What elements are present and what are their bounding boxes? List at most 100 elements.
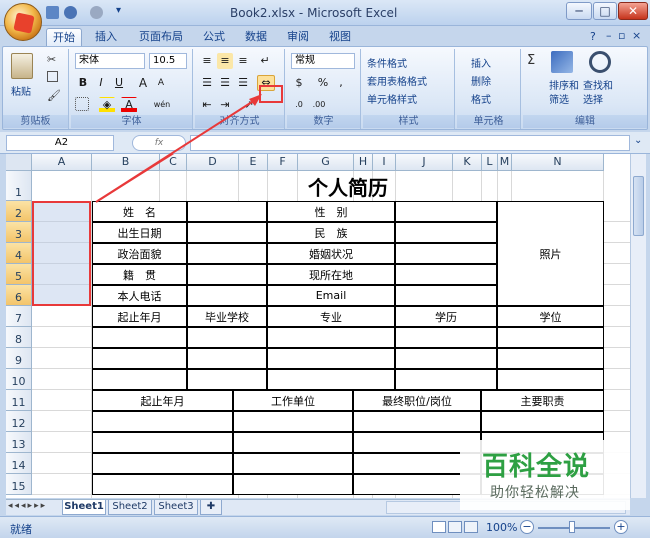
number-format-select[interactable]: 常规: [291, 53, 355, 69]
office-logo-icon: [13, 12, 35, 34]
page-break-view-icon[interactable]: [464, 521, 478, 533]
zoom-level[interactable]: 100%: [486, 521, 517, 534]
find-select-icon[interactable]: [589, 51, 611, 73]
cut-icon[interactable]: ✂: [47, 53, 56, 66]
percent-button[interactable]: %: [315, 75, 331, 91]
font-name-select[interactable]: 宋体: [75, 53, 145, 69]
copy-icon[interactable]: [47, 71, 58, 82]
alignment-group-label: 对齐方式: [195, 115, 284, 128]
expand-formula-icon[interactable]: ⌄: [634, 135, 642, 146]
window-title: Book2.xlsx - Microsoft Excel: [230, 6, 398, 20]
ribbon-restore-icon[interactable]: ▫: [618, 29, 625, 42]
tab-formulas[interactable]: 公式: [196, 28, 232, 46]
sort-filter-label-2[interactable]: 筛选: [549, 91, 569, 106]
close-button[interactable]: ✕: [618, 2, 648, 20]
borders-icon[interactable]: [75, 97, 89, 111]
save-icon[interactable]: [46, 6, 59, 19]
format-cells-button[interactable]: 格式: [471, 91, 491, 106]
cell-styles-button[interactable]: 单元格样式: [367, 91, 417, 106]
vertical-scrollbar[interactable]: [630, 154, 646, 498]
watermark-subtitle: 助你轻松解决: [490, 485, 580, 501]
format-as-table-button[interactable]: 套用表格格式: [367, 73, 427, 88]
sort-filter-label[interactable]: 排序和: [549, 77, 579, 92]
phonetic-button[interactable]: wén: [149, 97, 175, 113]
align-center-icon[interactable]: ☰: [217, 75, 233, 91]
maximize-button[interactable]: □: [593, 2, 617, 20]
help-icon[interactable]: ?: [590, 30, 596, 43]
font-group: 宋体 10.5 B I U A A ◈ A wén 字体: [71, 49, 193, 129]
delete-cells-button[interactable]: 删除: [471, 73, 491, 88]
find-select-label-2[interactable]: 选择: [583, 91, 603, 106]
sort-filter-icon[interactable]: [551, 51, 573, 73]
paste-icon[interactable]: [11, 53, 33, 79]
zoom-slider-thumb[interactable]: [569, 521, 575, 533]
tab-data[interactable]: 数据: [238, 28, 274, 46]
fx-button[interactable]: fx: [132, 135, 186, 151]
tab-home[interactable]: 开始: [46, 28, 82, 46]
insert-sheet-icon[interactable]: ✚: [200, 500, 222, 515]
insert-cells-button[interactable]: 插入: [471, 55, 491, 70]
italic-button[interactable]: I: [93, 75, 109, 91]
tab-view[interactable]: 视图: [322, 28, 358, 46]
align-top-icon[interactable]: ≡: [199, 53, 215, 69]
align-left-icon[interactable]: ☰: [199, 75, 215, 91]
conditional-format-button[interactable]: 条件格式: [367, 55, 407, 70]
wrap-text-icon[interactable]: ↵: [257, 53, 273, 69]
sheet-tab-3[interactable]: Sheet3: [154, 500, 198, 515]
scroll-thumb[interactable]: [633, 176, 644, 236]
normal-view-icon[interactable]: [432, 521, 446, 533]
ribbon-minimize-icon[interactable]: –: [606, 29, 612, 42]
font-size-select[interactable]: 10.5: [149, 53, 187, 69]
formula-bar: A2 fx ⌄: [0, 132, 650, 154]
underline-button[interactable]: U: [111, 75, 127, 91]
autosum-button[interactable]: Σ: [527, 53, 535, 68]
minimize-button[interactable]: ─: [566, 2, 592, 20]
undo-icon[interactable]: [64, 6, 77, 19]
tab-insert[interactable]: 插入: [88, 28, 124, 46]
status-ready: 就绪: [10, 523, 32, 536]
align-right-icon[interactable]: ☰: [235, 75, 251, 91]
shrink-font-button[interactable]: A: [153, 75, 169, 91]
redo-icon[interactable]: [90, 6, 103, 19]
grow-font-button[interactable]: A: [135, 75, 151, 91]
sheet-tab-2[interactable]: Sheet2: [108, 500, 152, 515]
styles-group-label: 样式: [363, 115, 454, 128]
cells-group: 插入 删除 格式 单元格: [457, 49, 521, 129]
increase-decimal-icon[interactable]: .0: [291, 97, 307, 113]
sheet-tab-1[interactable]: Sheet1: [62, 500, 106, 515]
format-painter-icon[interactable]: 🖌: [47, 89, 61, 102]
currency-icon[interactable]: $: [291, 75, 307, 91]
fill-color-icon[interactable]: ◈: [99, 97, 115, 113]
sheet-nav-icons[interactable]: ◂◂◂▸▸▸: [8, 501, 47, 511]
number-group-label: 数字: [287, 115, 360, 128]
increase-indent-icon[interactable]: ⇥: [217, 97, 233, 113]
comma-button[interactable]: ,: [333, 75, 349, 91]
arrow-line: [95, 154, 175, 203]
font-color-button[interactable]: A: [121, 97, 137, 113]
ribbon-tabs: 开始 插入 页面布局 公式 数据 审阅 视图 ? – ▫ ×: [0, 26, 650, 46]
tab-review[interactable]: 审阅: [280, 28, 316, 46]
number-group: 常规 $ % , .0 .00 数字: [287, 49, 361, 129]
align-middle-icon[interactable]: ≡: [217, 53, 233, 69]
formula-input[interactable]: [190, 135, 630, 151]
find-select-label[interactable]: 查找和: [583, 77, 613, 92]
ribbon-close-icon[interactable]: ×: [632, 29, 641, 42]
decrease-decimal-icon[interactable]: .00: [311, 97, 327, 113]
watermark: 百科全说 助你轻松解决: [460, 440, 630, 510]
page-layout-view-icon[interactable]: [448, 521, 462, 533]
paste-button[interactable]: 粘贴: [11, 83, 31, 98]
title-bar: ▾ Book2.xlsx - Microsoft Excel ─ □ ✕: [0, 0, 650, 26]
decrease-indent-icon[interactable]: ⇤: [199, 97, 215, 113]
cells-group-label: 单元格: [457, 115, 520, 128]
zoom-out-button[interactable]: −: [520, 520, 534, 534]
office-button[interactable]: [4, 3, 42, 41]
qat-customize-icon[interactable]: ▾: [116, 5, 121, 16]
name-box[interactable]: A2: [6, 135, 114, 151]
bold-button[interactable]: B: [75, 75, 91, 91]
watermark-title: 百科全说: [482, 452, 591, 482]
align-bottom-icon[interactable]: ≡: [235, 53, 251, 69]
clipboard-group: 粘贴 ✂ 🖌 剪贴板: [3, 49, 69, 129]
zoom-in-button[interactable]: +: [614, 520, 628, 534]
orientation-icon[interactable]: ↗: [241, 97, 257, 113]
tab-page-layout[interactable]: 页面布局: [130, 28, 192, 46]
